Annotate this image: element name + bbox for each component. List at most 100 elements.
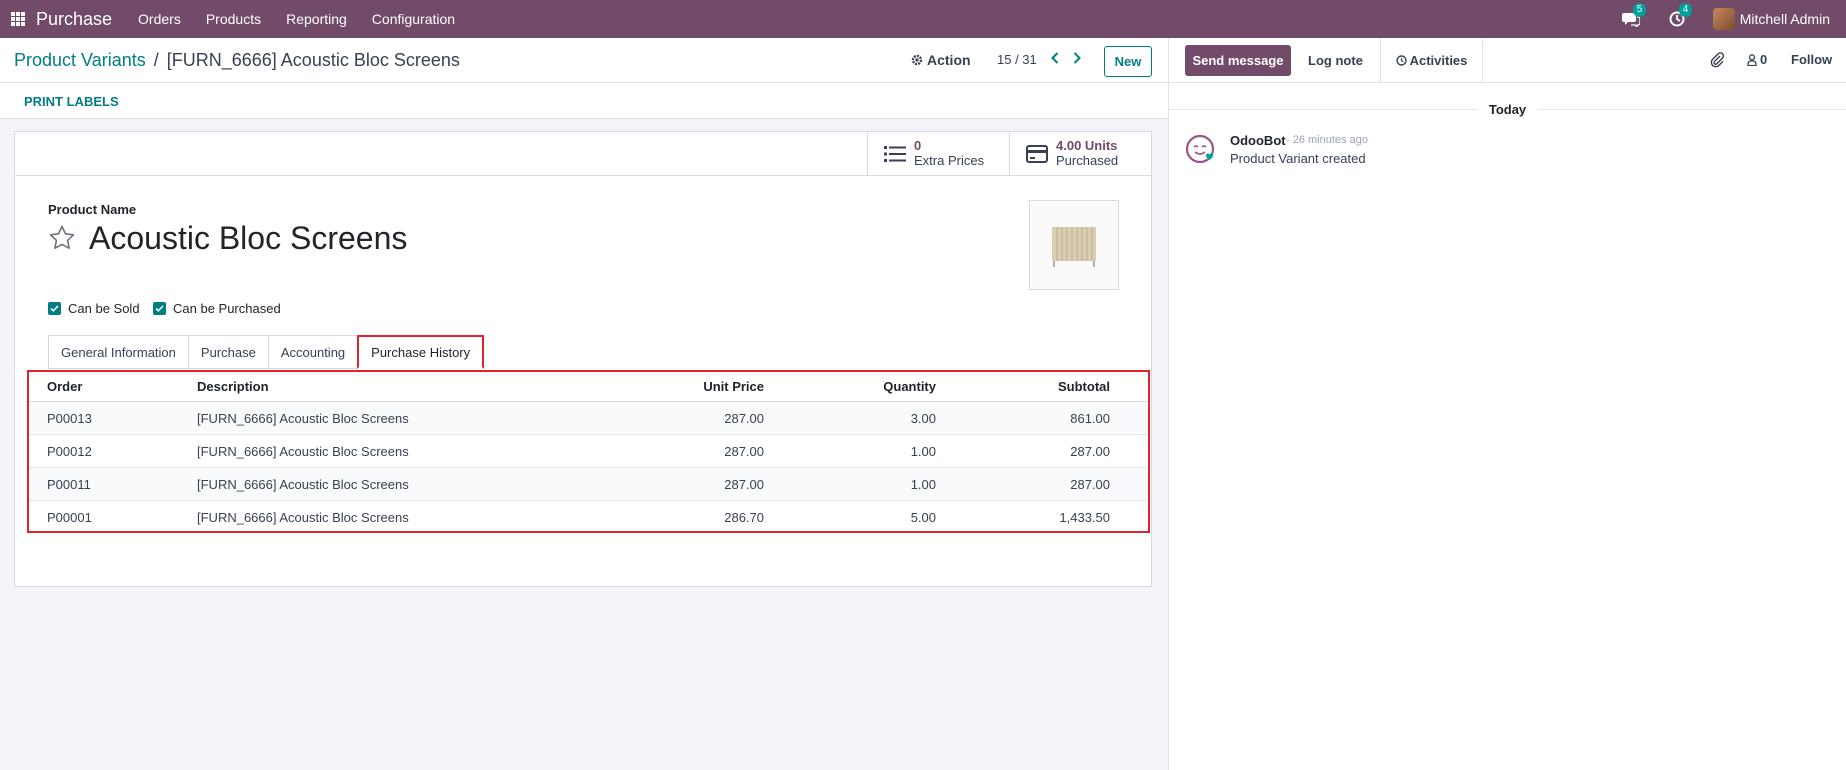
credit-card-icon xyxy=(1026,144,1048,164)
new-button[interactable]: New xyxy=(1104,46,1152,77)
product-name-label: Product Name xyxy=(48,202,137,217)
order-cell: P00012 xyxy=(47,443,92,459)
extra-prices-button[interactable]: 0 Extra Prices xyxy=(867,132,1009,175)
user-name[interactable]: Mitchell Admin xyxy=(1740,11,1830,27)
subtotal-cell: 861.00 xyxy=(1070,410,1110,426)
print-labels-button[interactable]: PRINT LABELS xyxy=(24,94,119,109)
breadcrumb-separator: / xyxy=(153,50,159,70)
breadcrumb-product-variants[interactable]: Product Variants xyxy=(14,50,146,71)
apps-menu-icon[interactable] xyxy=(11,12,25,26)
table-row[interactable]: P00013 [FURN_6666] Acoustic Bloc Screens… xyxy=(29,402,1148,435)
tab-purchase-history[interactable]: Purchase History xyxy=(357,335,485,369)
favorite-star-icon[interactable] xyxy=(48,224,76,252)
table-body: P00013 [FURN_6666] Acoustic Bloc Screens… xyxy=(29,402,1148,534)
unit-price-cell: 286.70 xyxy=(724,510,764,525)
chevron-left-icon xyxy=(1051,52,1059,64)
menu-products[interactable]: Products xyxy=(206,11,261,27)
odoobot-avatar[interactable] xyxy=(1185,134,1217,166)
purchased-button[interactable]: 4.00 Units Purchased xyxy=(1009,132,1151,175)
can-be-purchased-label: Can be Purchased xyxy=(173,301,281,316)
send-message-button[interactable]: Send message xyxy=(1185,45,1291,76)
table-row[interactable]: P00011 [FURN_6666] Acoustic Bloc Screens… xyxy=(29,468,1148,501)
activities-button[interactable]: 4 xyxy=(1667,3,1693,29)
action-button[interactable]: Action xyxy=(911,52,971,68)
purchased-label: Purchased xyxy=(1056,153,1119,168)
purchase-history-table: Order Description Unit Price Quantity Su… xyxy=(27,370,1150,533)
breadcrumb-current: [FURN_6666] Acoustic Bloc Screens xyxy=(166,50,460,70)
form-sheet: 0 Extra Prices 4.00 Units Purchased Prod… xyxy=(14,131,1152,587)
messages-badge: 5 xyxy=(1632,3,1647,17)
order-cell: P00001 xyxy=(47,510,92,525)
chevron-right-icon xyxy=(1073,52,1081,64)
table-row[interactable]: P00001 [FURN_6666] Acoustic Bloc Screens… xyxy=(29,501,1148,534)
column-quantity[interactable]: Quantity xyxy=(883,372,936,401)
activities-button[interactable]: Activities xyxy=(1381,38,1483,83)
order-cell: P00011 xyxy=(47,476,91,492)
can-be-sold-checkbox[interactable]: Can be Sold xyxy=(48,301,140,316)
description-cell: [FURN_6666] Acoustic Bloc Screens xyxy=(197,510,409,525)
pager-previous-button[interactable] xyxy=(1049,50,1061,66)
quantity-cell: 1.00 xyxy=(910,443,936,459)
column-subtotal[interactable]: Subtotal xyxy=(1058,372,1110,401)
product-name-field[interactable]: Acoustic Bloc Screens xyxy=(89,220,407,257)
log-note-button[interactable]: Log note xyxy=(1291,38,1381,83)
app-name[interactable]: Purchase xyxy=(36,9,112,30)
pager-value[interactable]: 15 / 31 xyxy=(997,52,1037,67)
followers-button[interactable]: 0 xyxy=(1747,52,1767,67)
order-cell: P00013 xyxy=(47,410,92,426)
clock-icon xyxy=(1395,55,1407,66)
acoustic-screen-image xyxy=(1052,227,1096,267)
message-timestamp: - 26 minutes ago xyxy=(1286,134,1368,146)
quantity-cell: 5.00 xyxy=(910,510,936,525)
activities-label: Activities xyxy=(1409,53,1468,68)
table-header: Order Description Unit Price Quantity Su… xyxy=(29,372,1148,402)
control-panel: Product Variants / [FURN_6666] Acoustic … xyxy=(0,38,1168,83)
extra-prices-label: Extra Prices xyxy=(914,153,985,168)
message-body: Product Variant created xyxy=(1230,151,1366,166)
subtotal-cell: 287.00 xyxy=(1070,476,1110,492)
date-separator-label: Today xyxy=(1488,102,1527,117)
extra-prices-value: 0 xyxy=(914,138,922,153)
gear-icon xyxy=(911,54,923,66)
column-order[interactable]: Order xyxy=(47,372,82,401)
message-author[interactable]: OdooBot xyxy=(1230,133,1286,148)
product-image[interactable] xyxy=(1029,200,1119,290)
date-separator: Today xyxy=(1169,102,1846,117)
column-unit-price[interactable]: Unit Price xyxy=(703,372,764,401)
paperclip-icon[interactable] xyxy=(1709,51,1725,69)
menu-configuration[interactable]: Configuration xyxy=(372,11,455,27)
smart-button-box: 0 Extra Prices 4.00 Units Purchased xyxy=(15,132,1151,176)
description-cell: [FURN_6666] Acoustic Bloc Screens xyxy=(197,410,409,426)
tab-general-information[interactable]: General Information xyxy=(48,335,188,369)
menu-orders[interactable]: Orders xyxy=(138,11,181,27)
follow-button[interactable]: Follow xyxy=(1791,52,1832,67)
purchased-value: 4.00 Units xyxy=(1056,138,1118,153)
can-be-purchased-checkbox[interactable]: Can be Purchased xyxy=(153,301,281,316)
chatter-panel: Send message Log note Activities 0 Follo… xyxy=(1168,38,1846,770)
can-be-sold-label: Can be Sold xyxy=(68,301,140,316)
description-cell: [FURN_6666] Acoustic Bloc Screens xyxy=(197,443,409,459)
messages-button[interactable]: 5 xyxy=(1621,3,1647,29)
pager-next-button[interactable] xyxy=(1071,50,1083,66)
top-navbar: Purchase Orders Products Reporting Confi… xyxy=(0,0,1846,38)
menu-reporting[interactable]: Reporting xyxy=(286,11,347,27)
user-icon xyxy=(1747,53,1757,66)
checkbox-checked-icon xyxy=(153,302,166,315)
tab-purchase[interactable]: Purchase xyxy=(187,335,268,369)
activities-badge: 4 xyxy=(1678,3,1693,17)
breadcrumb: Product Variants / [FURN_6666] Acoustic … xyxy=(14,50,460,71)
column-description[interactable]: Description xyxy=(197,372,269,401)
divider xyxy=(1538,109,1846,110)
list-icon xyxy=(884,144,906,164)
followers-count: 0 xyxy=(1760,52,1768,67)
form-status-bar: PRINT LABELS xyxy=(0,83,1168,119)
action-label: Action xyxy=(927,52,971,68)
tab-accounting[interactable]: Accounting xyxy=(267,335,358,369)
quantity-cell: 3.00 xyxy=(910,410,936,426)
unit-price-cell: 287.00 xyxy=(724,410,764,426)
subtotal-cell: 287.00 xyxy=(1070,443,1110,459)
pager-nav xyxy=(1049,50,1083,66)
user-avatar[interactable] xyxy=(1712,8,1735,30)
table-row[interactable]: P00012 [FURN_6666] Acoustic Bloc Screens… xyxy=(29,435,1148,468)
unit-price-cell: 287.00 xyxy=(724,443,764,459)
